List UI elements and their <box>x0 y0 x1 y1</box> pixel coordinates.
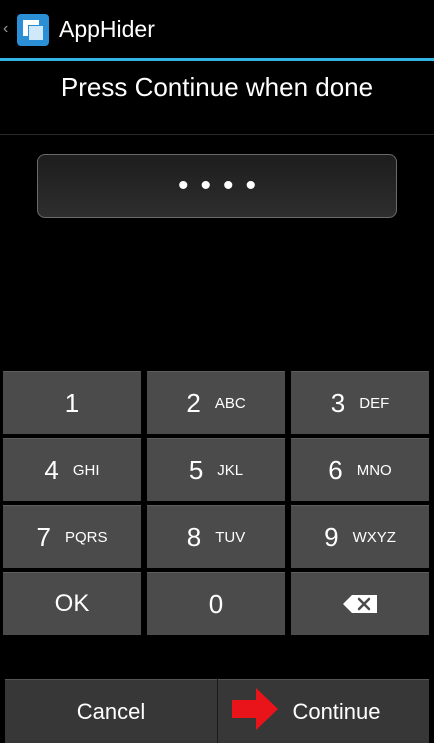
key-letters: MNO <box>356 461 392 479</box>
app-title: AppHider <box>59 16 155 42</box>
cancel-button[interactable]: Cancel <box>5 679 217 743</box>
key-number: 4 <box>44 454 59 485</box>
key-5[interactable]: 5 JKL <box>147 438 285 501</box>
key-letters: PQRS <box>64 528 108 546</box>
action-bar-divider <box>0 58 434 61</box>
key-7[interactable]: 7 PQRS <box>3 505 141 568</box>
instruction-text: Press Continue when done <box>60 72 374 102</box>
app-window-icon[interactable] <box>17 14 49 46</box>
header-separator <box>0 134 434 135</box>
key-0[interactable]: 0 <box>147 572 285 635</box>
key-1[interactable]: 1 <box>3 371 141 434</box>
key-number: 3 <box>330 387 346 418</box>
key-3[interactable]: 3 DEF <box>291 371 429 434</box>
numeric-keypad: 1 2 ABC 3 DEF 4 GHI 5 JKL 6 MNO 7 PQRS 8… <box>0 369 434 639</box>
key-4[interactable]: 4 GHI <box>3 438 141 501</box>
key-letters: ABC <box>214 394 246 412</box>
key-number: 9 <box>324 521 339 552</box>
backspace-key[interactable] <box>291 572 429 635</box>
key-number: OK <box>54 590 90 617</box>
ok-key[interactable]: OK <box>3 572 141 635</box>
key-2[interactable]: 2 ABC <box>147 371 285 434</box>
key-6[interactable]: 6 MNO <box>291 438 429 501</box>
key-number: 1 <box>64 387 80 418</box>
up-chevron-icon[interactable]: ‹ <box>3 21 8 37</box>
key-letters: GHI <box>72 461 100 479</box>
key-number: 8 <box>186 521 202 552</box>
key-letters: DEF <box>359 394 390 412</box>
continue-label: Continue <box>292 698 381 724</box>
pin-input[interactable]: •••• <box>37 154 397 218</box>
key-number: 7 <box>36 521 51 552</box>
key-number: 2 <box>186 387 201 418</box>
action-bar: ‹ AppHider <box>0 0 434 58</box>
key-9[interactable]: 9 WXYZ <box>291 505 429 568</box>
screen: ‹ AppHider Press Continue when done ••••… <box>0 0 434 743</box>
key-letters: JKL <box>217 461 244 479</box>
bottom-button-bar: Cancel Continue <box>0 679 434 743</box>
red-arrow-icon <box>232 688 278 730</box>
key-letters: WXYZ <box>352 528 396 546</box>
key-number: 6 <box>328 454 343 485</box>
key-number: 0 <box>208 588 224 619</box>
key-letters: TUV <box>215 528 246 546</box>
key-8[interactable]: 8 TUV <box>147 505 285 568</box>
pin-masked-value: •••• <box>177 169 268 202</box>
backspace-icon <box>343 595 377 613</box>
key-number: 5 <box>188 454 204 485</box>
